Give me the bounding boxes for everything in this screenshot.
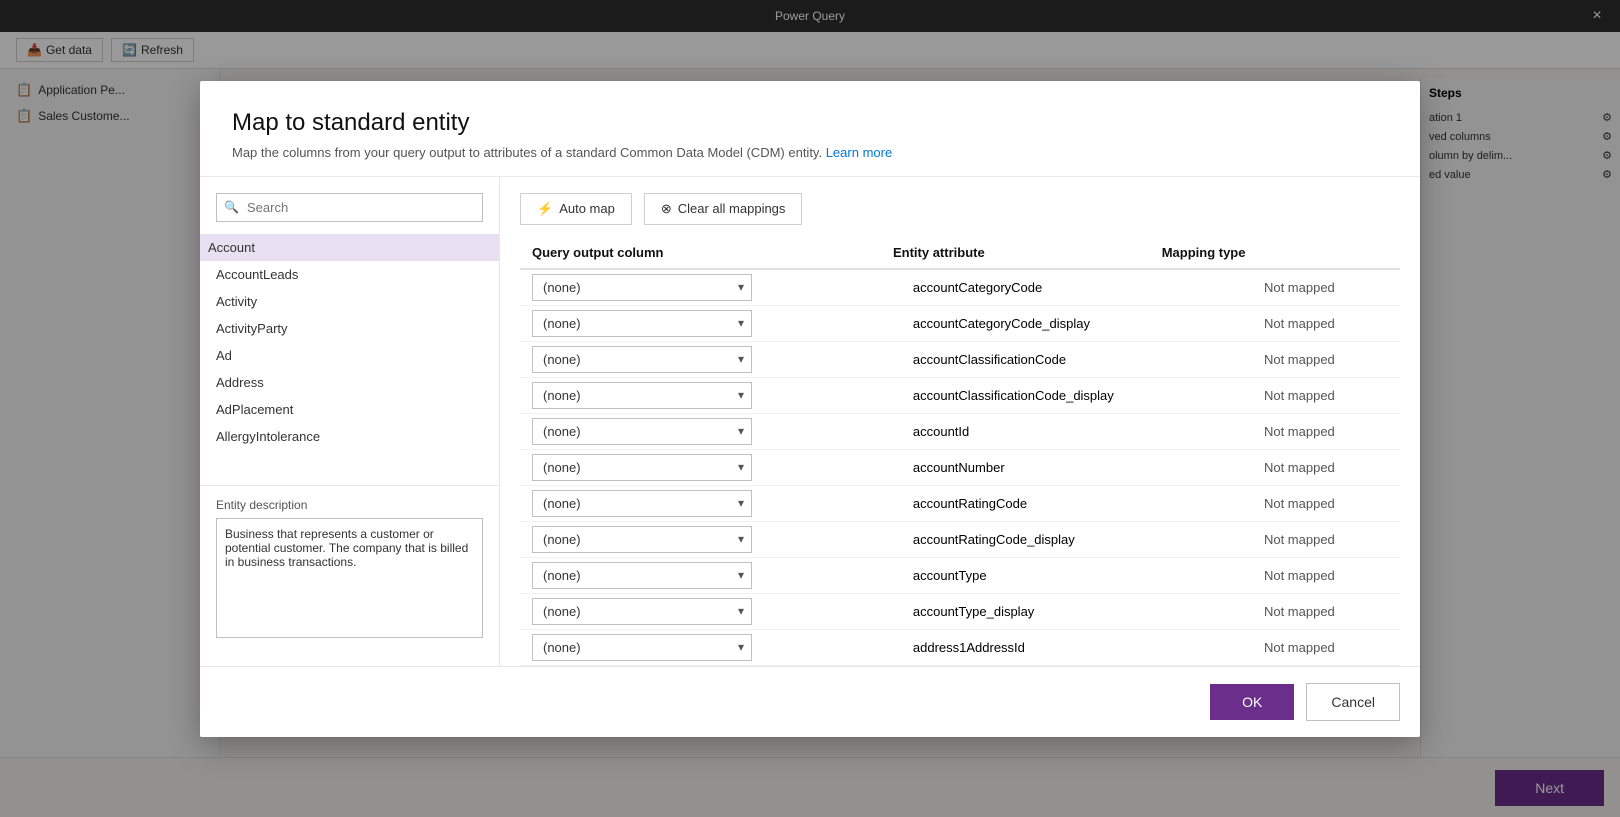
table-row: (none) accountRatingCodeNot mapped — [520, 485, 1400, 521]
select-wrap: (none) — [532, 454, 752, 481]
entity-item-address[interactable]: Address — [216, 369, 499, 396]
modal-footer: OK Cancel — [200, 666, 1420, 737]
modal-sidebar: Account AccountLeads Activity ActivityPa… — [200, 177, 500, 666]
mapping-type-cell: Not mapped — [1252, 270, 1400, 306]
select-wrap: (none) — [532, 598, 752, 625]
entity-attribute-cell: accountRatingCode_display — [901, 521, 1252, 557]
table-row: (none) accountNumberNot mapped — [520, 449, 1400, 485]
select-wrap: (none) — [532, 382, 752, 409]
entity-attribute-cell: accountId — [901, 413, 1252, 449]
modal-header: Map to standard entity Map the columns f… — [200, 81, 1420, 177]
clear-all-button[interactable]: ⊗ Clear all mappings — [644, 193, 803, 225]
mapping-scroll-area[interactable]: (none)accountCategoryCodeNot mapped(none… — [520, 270, 1400, 666]
table-row: (none) accountClassificationCodeNot mappe… — [520, 341, 1400, 377]
table-row: (none) accountCategoryCode_displayNot map… — [520, 305, 1400, 341]
query-output-select[interactable]: (none) — [532, 454, 752, 481]
modal-body: Account AccountLeads Activity ActivityPa… — [200, 177, 1420, 666]
entity-attribute-cell: accountRatingCode — [901, 485, 1252, 521]
col-entity-attribute: Entity attribute — [881, 237, 1150, 269]
modal-dialog: Map to standard entity Map the columns f… — [200, 81, 1420, 737]
entity-attribute-cell: accountClassificationCode — [901, 341, 1252, 377]
select-wrap: (none) — [532, 346, 752, 373]
select-wrap: (none) — [532, 526, 752, 553]
query-output-select[interactable]: (none) — [532, 274, 752, 301]
entity-item-activity[interactable]: Activity — [216, 288, 499, 315]
clear-icon: ⊗ — [661, 201, 672, 217]
search-container — [200, 193, 499, 234]
mapping-type-cell: Not mapped — [1252, 521, 1400, 557]
entity-description-box: Business that represents a customer or p… — [216, 518, 483, 638]
search-icon-wrap — [216, 193, 483, 222]
query-output-select[interactable]: (none) — [532, 382, 752, 409]
entity-list-inner: Account AccountLeads Activity ActivityPa… — [200, 234, 499, 450]
entity-description-label: Entity description — [216, 498, 483, 512]
entity-item-allergyintolerance[interactable]: AllergyIntolerance — [216, 423, 499, 450]
entity-item-account[interactable]: Account — [200, 234, 499, 261]
mapping-table-wrap: Query output column Entity attribute Map… — [500, 237, 1420, 666]
mapping-type-cell: Not mapped — [1252, 305, 1400, 341]
mapping-type-cell: Not mapped — [1252, 413, 1400, 449]
select-wrap: (none) — [532, 490, 752, 517]
query-output-select[interactable]: (none) — [532, 418, 752, 445]
auto-map-button[interactable]: ⚡ Auto map — [520, 193, 632, 225]
mapping-type-cell: Not mapped — [1252, 485, 1400, 521]
select-wrap: (none) — [532, 562, 752, 589]
select-wrap: (none) — [532, 418, 752, 445]
modal-title: Map to standard entity — [232, 109, 1388, 137]
table-row: (none) accountRatingCode_displayNot mappe… — [520, 521, 1400, 557]
modal-subtitle: Map the columns from your query output t… — [232, 145, 1388, 160]
select-wrap: (none) — [532, 634, 752, 661]
mapping-type-cell: Not mapped — [1252, 593, 1400, 629]
auto-map-icon: ⚡ — [537, 201, 553, 217]
query-output-select[interactable]: (none) — [532, 634, 752, 661]
mapping-type-cell: Not mapped — [1252, 377, 1400, 413]
col-mapping-type: Mapping type — [1150, 237, 1400, 269]
table-row: (none) address1AddressIdNot mapped — [520, 629, 1400, 665]
entity-attribute-cell: address1AddressId — [901, 629, 1252, 665]
entity-attribute-cell: accountNumber — [901, 449, 1252, 485]
query-output-select[interactable]: (none) — [532, 346, 752, 373]
query-output-select[interactable]: (none) — [532, 490, 752, 517]
learn-more-link[interactable]: Learn more — [826, 145, 892, 160]
table-row: (none) accountCategoryCodeNot mapped — [520, 270, 1400, 306]
entity-attribute-cell: accountCategoryCode_display — [901, 305, 1252, 341]
query-output-select[interactable]: (none) — [532, 526, 752, 553]
table-row: (none) accountType_displayNot mapped — [520, 593, 1400, 629]
entity-item-accountleads[interactable]: AccountLeads — [216, 261, 499, 288]
mapping-table: Query output column Entity attribute Map… — [520, 237, 1400, 270]
select-wrap: (none) — [532, 310, 752, 337]
query-output-select[interactable]: (none) — [532, 598, 752, 625]
query-output-select[interactable]: (none) — [532, 562, 752, 589]
select-wrap: (none) — [532, 274, 752, 301]
entity-list[interactable]: Account AccountLeads Activity ActivityPa… — [200, 234, 499, 485]
mapping-type-cell: Not mapped — [1252, 557, 1400, 593]
cancel-button[interactable]: Cancel — [1306, 683, 1400, 721]
entity-attribute-cell: accountClassificationCode_display — [901, 377, 1252, 413]
modal-overlay: Map to standard entity Map the columns f… — [0, 0, 1620, 817]
entity-item-ad[interactable]: Ad — [216, 342, 499, 369]
table-row: (none) accountIdNot mapped — [520, 413, 1400, 449]
entity-attribute-cell: accountCategoryCode — [901, 270, 1252, 306]
mapping-type-cell: Not mapped — [1252, 629, 1400, 665]
ok-button[interactable]: OK — [1210, 684, 1294, 720]
table-row: (none) accountClassificationCode_displayN… — [520, 377, 1400, 413]
col-query-output: Query output column — [520, 237, 881, 269]
entity-item-activityparty[interactable]: ActivityParty — [216, 315, 499, 342]
mapping-type-cell: Not mapped — [1252, 449, 1400, 485]
entity-attribute-cell: accountType — [901, 557, 1252, 593]
mapping-toolbar: ⚡ Auto map ⊗ Clear all mappings — [500, 177, 1420, 237]
mapping-table-body: (none)accountCategoryCodeNot mapped(none… — [520, 270, 1400, 666]
entity-attribute-cell: accountType_display — [901, 593, 1252, 629]
entity-item-adplacement[interactable]: AdPlacement — [216, 396, 499, 423]
table-row: (none) accountTypeNot mapped — [520, 557, 1400, 593]
entity-description-section: Entity description Business that represe… — [200, 485, 499, 650]
mapping-type-cell: Not mapped — [1252, 341, 1400, 377]
query-output-select[interactable]: (none) — [532, 310, 752, 337]
search-input[interactable] — [216, 193, 483, 222]
modal-main: ⚡ Auto map ⊗ Clear all mappings Query ou… — [500, 177, 1420, 666]
